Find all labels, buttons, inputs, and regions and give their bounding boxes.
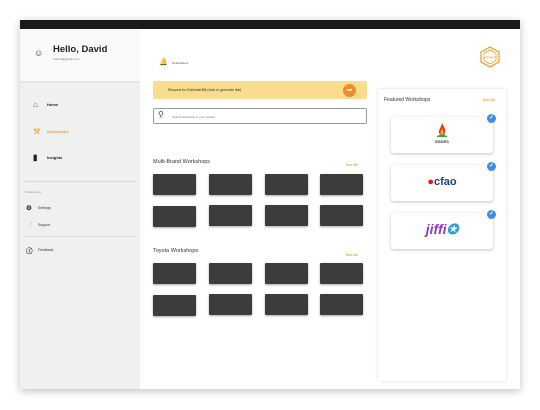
verified-check-icon: ✓ bbox=[487, 162, 496, 171]
share-button[interactable]: ➦ bbox=[343, 84, 356, 97]
wrench-icon: ⚒ bbox=[33, 127, 41, 136]
sidebar-divider bbox=[24, 181, 136, 182]
search-bar[interactable]: ⚲ bbox=[153, 108, 367, 124]
multi-brand-heading: Multi-Brand Workshops bbox=[153, 159, 211, 165]
banner-text: Request for Estimate/Bill (click to gene… bbox=[168, 88, 242, 92]
search-input[interactable] bbox=[172, 113, 352, 120]
workshop-tile[interactable] bbox=[209, 205, 252, 226]
workshop-tile[interactable] bbox=[209, 263, 252, 284]
toyota-heading: Toyota Workshops bbox=[153, 248, 199, 254]
sidebar-item-label: Feedback bbox=[38, 248, 54, 252]
main-content: 🔔 Notifications AUTOWYTE Request for Est… bbox=[140, 29, 520, 389]
sidebar-divider bbox=[24, 236, 136, 237]
esdes-flame-icon bbox=[437, 123, 447, 137]
brand-name: ESDES bbox=[435, 139, 449, 144]
sidebar-item-workshops[interactable]: ⚒ Workshops bbox=[33, 127, 69, 136]
info-icon: ⓘ bbox=[26, 248, 33, 255]
toyota-see-all[interactable]: See All bbox=[346, 253, 358, 257]
multi-brand-see-all[interactable]: See All bbox=[346, 163, 358, 167]
sidebar-item-settings[interactable]: ⚙ Settings bbox=[26, 204, 51, 212]
workshop-tile[interactable] bbox=[153, 206, 196, 227]
window-top-bar bbox=[20, 20, 520, 29]
brand-logo[interactable]: AUTOWYTE bbox=[479, 46, 501, 68]
sidebar-item-feedback[interactable]: ⓘ Feedback bbox=[26, 245, 53, 255]
user-icon: ☺ bbox=[34, 48, 44, 58]
sidebar-item-home[interactable]: ⌂ Home bbox=[33, 100, 58, 109]
workshop-tile[interactable] bbox=[265, 205, 308, 226]
svg-text:AUTOWYTE: AUTOWYTE bbox=[483, 56, 497, 59]
sidebar-item-support[interactable]: ❔ Support bbox=[26, 221, 50, 229]
gear-icon: ⚙ bbox=[26, 205, 32, 212]
workshop-tile[interactable] bbox=[265, 263, 308, 284]
sidebar-item-label: Home bbox=[47, 102, 59, 107]
workshop-tile[interactable] bbox=[320, 174, 363, 195]
featured-workshops-panel: Featured Workshops See All ESDES ✓ ●cfao… bbox=[378, 89, 506, 381]
workshop-tile[interactable] bbox=[265, 174, 308, 195]
sidebar-item-label: Insights bbox=[47, 155, 63, 160]
verified-check-icon: ✓ bbox=[487, 210, 496, 219]
featured-card-esdes[interactable]: ESDES ✓ bbox=[391, 114, 496, 153]
sidebar-item-insights[interactable]: ▮​ Insights bbox=[33, 153, 62, 162]
sidebar-item-label: Settings bbox=[38, 206, 51, 210]
featured-heading: Featured Workshops bbox=[384, 97, 431, 103]
question-icon: ❔ bbox=[26, 222, 35, 229]
notifications-label[interactable]: Notifications bbox=[172, 61, 188, 65]
bell-icon[interactable]: 🔔 bbox=[159, 58, 168, 66]
bar-chart-icon: ▮​ bbox=[33, 153, 38, 162]
brand-logo-cfao: ●cfao bbox=[427, 176, 457, 188]
sidebar-item-label: Workshops bbox=[47, 129, 69, 134]
sidebar-item-label: Support bbox=[38, 223, 51, 227]
greeting: Hello, David bbox=[53, 44, 108, 55]
workshop-tile[interactable] bbox=[153, 174, 196, 195]
workshop-tile[interactable] bbox=[209, 174, 252, 195]
featured-card-cfao[interactable]: ●cfao ✓ bbox=[391, 162, 496, 201]
search-icon: ⚲ bbox=[158, 110, 164, 119]
app-window: ☺ Hello, David d.david@gmail.com ⌂ Home … bbox=[20, 20, 520, 389]
workshop-tile[interactable] bbox=[153, 263, 196, 284]
verified-check-icon: ✓ bbox=[487, 114, 496, 123]
user-email: d.david@gmail.com bbox=[53, 57, 80, 61]
profile-card[interactable]: ☺ Hello, David d.david@gmail.com bbox=[20, 29, 140, 81]
workshop-tile[interactable] bbox=[265, 294, 308, 315]
workshop-tile[interactable] bbox=[153, 295, 196, 316]
workshop-tile[interactable] bbox=[320, 205, 363, 226]
workshop-tile[interactable] bbox=[209, 294, 252, 315]
estimate-request-banner[interactable]: Request for Estimate/Bill (click to gene… bbox=[153, 81, 367, 99]
workshop-tile[interactable] bbox=[320, 294, 363, 315]
featured-card-jiffi[interactable]: jiffi✪ ✓ bbox=[391, 210, 496, 249]
sidebar: ☺ Hello, David d.david@gmail.com ⌂ Home … bbox=[20, 29, 140, 389]
featured-see-all[interactable]: See All bbox=[483, 98, 495, 102]
preferences-heading: Preferences bbox=[25, 190, 42, 194]
brand-name: jiffi bbox=[425, 221, 447, 237]
brand-logo-jiffi: jiffi✪ bbox=[425, 221, 459, 237]
workshop-tile[interactable] bbox=[320, 263, 363, 284]
home-icon: ⌂ bbox=[33, 100, 38, 109]
brand-name: cfao bbox=[434, 176, 457, 188]
share-icon: ➦ bbox=[346, 87, 353, 94]
